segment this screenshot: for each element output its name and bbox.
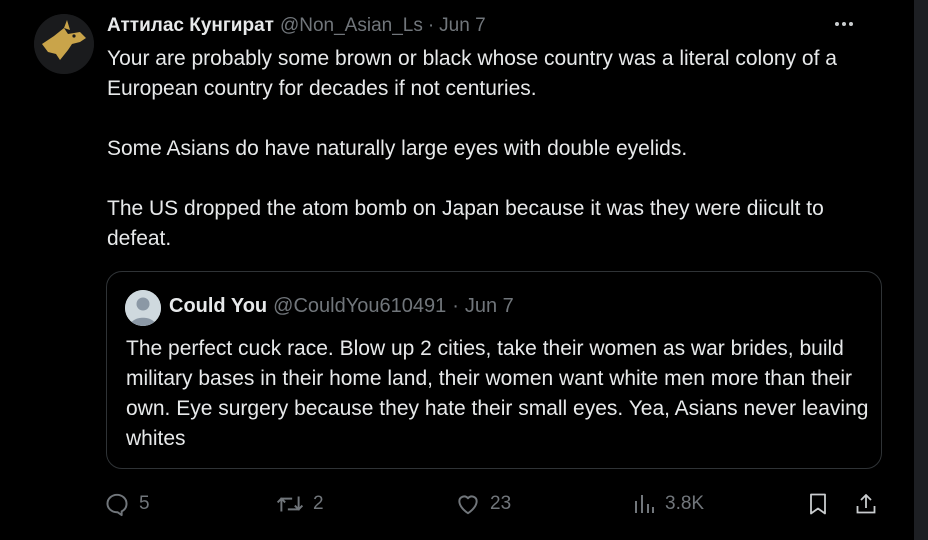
- tweet-date[interactable]: Jun 7: [439, 15, 485, 37]
- tweet-card[interactable]: Аттилас Кунгират @Non_Asian_Ls · Jun 7 Y…: [0, 0, 914, 540]
- like-count: 23: [490, 493, 512, 514]
- repost-icon: [276, 496, 304, 512]
- quote-display-name[interactable]: Could You: [169, 295, 267, 318]
- author-display-name[interactable]: Аттилас Кунгират: [107, 15, 274, 37]
- author-handle[interactable]: @Non_Asian_Ls: [280, 15, 423, 37]
- reply-icon: [106, 493, 128, 517]
- views-icon: [635, 495, 654, 513]
- repost-count: 2: [313, 493, 324, 514]
- bookmark-icon: [810, 493, 826, 515]
- repost-button[interactable]: 2: [276, 486, 324, 522]
- scroll-area-edge: [914, 0, 928, 540]
- quote-date[interactable]: Jun 7: [465, 295, 514, 318]
- quote-handle[interactable]: @CouldYou610491: [273, 295, 446, 318]
- quote-author-avatar[interactable]: [125, 290, 161, 326]
- quote-text: The perfect cuck race. Blow up 2 cities,…: [126, 337, 869, 450]
- more-dot: [849, 22, 853, 26]
- tweet-paragraph: Your are probably some brown or black wh…: [107, 47, 837, 100]
- default-avatar-icon: [125, 290, 161, 326]
- more-icon[interactable]: [830, 12, 858, 36]
- wolf-logo-icon: [34, 14, 94, 74]
- separator-dot: ·: [427, 15, 435, 36]
- like-icon: [458, 495, 478, 515]
- reply-count: 5: [139, 493, 150, 514]
- quoted-tweet[interactable]: Could You @CouldYou610491 · Jun 7 The pe…: [106, 271, 882, 469]
- separator-dot: ·: [452, 295, 459, 317]
- quote-header: Could You @CouldYou610491 · Jun 7: [169, 295, 514, 318]
- views-button[interactable]: 3.8K: [632, 486, 704, 522]
- tweet-paragraph: Some Asians do have naturally large eyes…: [107, 137, 688, 160]
- more-dot: [835, 22, 839, 26]
- action-bar: 5 2 23 3.8K: [104, 486, 882, 522]
- like-button[interactable]: 23: [455, 486, 511, 522]
- tweet-text: Your are probably some brown or black wh…: [107, 44, 887, 284]
- tweet-header: Аттилас Кунгират @Non_Asian_Ls · Jun 7: [107, 14, 486, 38]
- reply-button[interactable]: 5: [104, 486, 150, 522]
- share-icon: [856, 494, 876, 514]
- tweet-paragraph: The US dropped the atom bomb on Japan be…: [107, 197, 824, 250]
- share-button[interactable]: [854, 486, 878, 522]
- more-dot: [842, 22, 846, 26]
- bookmark-button[interactable]: [806, 486, 830, 522]
- author-avatar[interactable]: [34, 14, 94, 74]
- views-count: 3.8K: [665, 493, 705, 514]
